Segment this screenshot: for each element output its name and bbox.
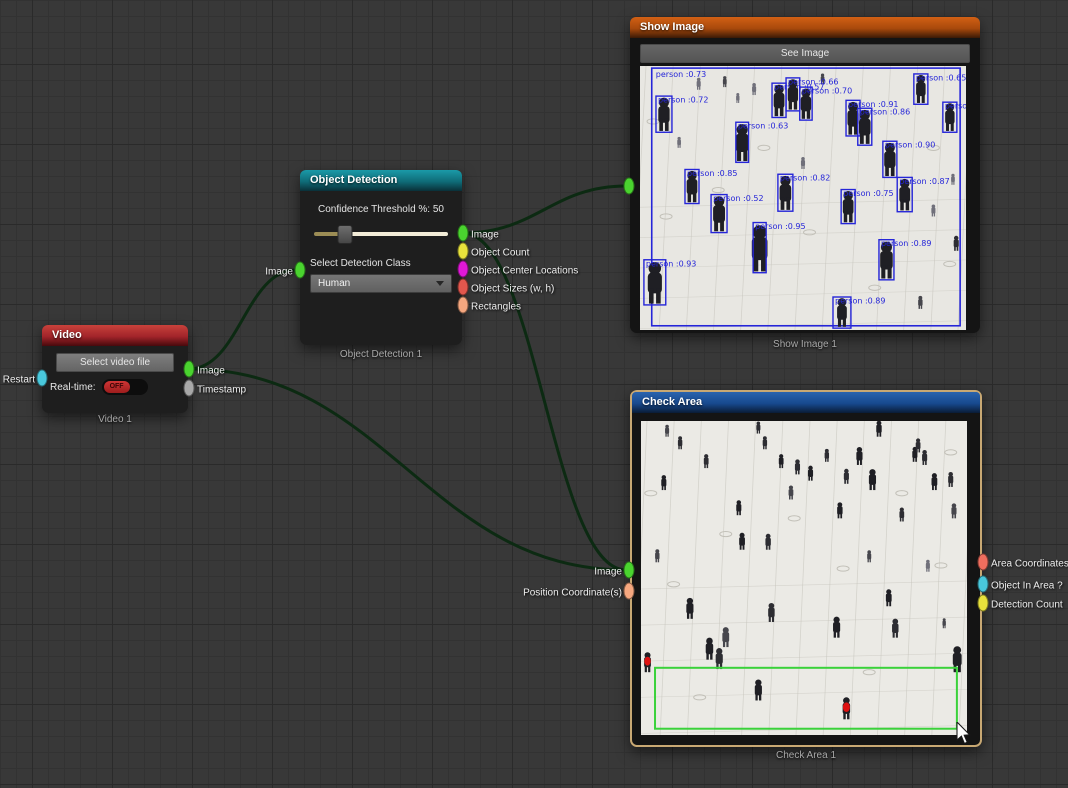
node-show-image-title: Show Image [640,21,704,33]
svg-text:person :0.86: person :0.86 [860,108,910,117]
svg-text:person :0.65: person :0.65 [916,73,966,82]
svg-text:person :0.89: person :0.89 [881,239,931,248]
port-label: Rectangles [471,302,521,313]
port-object-sizes-w-h[interactable] [458,279,469,296]
port-label: Object Count [471,248,529,259]
node-show-image[interactable]: Show Image See Image person :0.73person … [630,17,980,333]
node-object-detection-header[interactable]: Object Detection [300,170,462,191]
port-label: Object In Area ? [991,581,1063,592]
port-position-coordinate-s[interactable] [624,583,635,600]
node-show-image-header[interactable]: Show Image [630,17,980,38]
node-show-image-caption: Show Image 1 [630,339,980,350]
realtime-toggle-state: OFF [104,381,130,393]
port-label: Image [471,230,499,241]
port-restart[interactable] [37,370,48,387]
svg-text:person :0.52: person :0.52 [713,194,763,203]
port-label: Object Center Locations [471,266,578,277]
port-label: Image [265,267,293,278]
svg-text:person :0.93: person :0.93 [646,259,696,268]
wire[interactable] [189,369,626,570]
node-video[interactable]: Video Select video file Real-time: OFF [42,325,188,413]
detection-class-label: Select Detection Class [310,258,462,269]
port-image[interactable] [184,361,195,378]
svg-text:person :0.82: person :0.82 [780,174,830,183]
svg-text:person :0.87: person :0.87 [899,177,949,186]
svg-text:person :0.85: person :0.85 [687,169,737,178]
port-image[interactable] [458,225,469,242]
node-object-detection-title: Object Detection [310,174,397,186]
slider-handle[interactable] [337,225,352,244]
svg-text:person :0.90: person :0.90 [885,141,935,150]
svg-text:person :0.72: person :0.72 [658,96,708,105]
svg-text:person :0.66: person :0.66 [788,77,838,86]
wire[interactable] [463,186,626,233]
slider-track[interactable] [314,232,448,236]
check-area-preview[interactable] [641,421,967,735]
port-label: Image [594,567,622,578]
node-object-detection[interactable]: Object Detection Confidence Threshold %:… [300,170,462,345]
node-editor-canvas[interactable]: Video Select video file Real-time: OFF V… [0,0,1068,788]
node-check-area-header[interactable]: Check Area [632,392,980,413]
svg-text:person :0.89: person :0.89 [835,297,885,306]
port-label: Image [197,366,225,377]
select-video-file-button[interactable]: Select video file [56,353,174,372]
node-check-area-title: Check Area [642,396,702,408]
port-label: Area Coordinates [991,559,1068,570]
mouse-cursor [956,722,972,746]
port-object-in-area[interactable] [978,576,989,593]
wire[interactable] [189,270,296,369]
svg-text:person :0.88: person :0.88 [945,102,966,111]
port-timestamp[interactable] [184,380,195,397]
svg-text:person :0.70: person :0.70 [802,87,852,96]
port-object-count[interactable] [458,243,469,260]
svg-text:person :0.75: person :0.75 [843,189,893,198]
svg-text:person :0.73: person :0.73 [656,70,706,79]
see-image-button[interactable]: See Image [640,44,970,63]
svg-text:person :0.95: person :0.95 [755,222,805,231]
realtime-toggle[interactable]: OFF [102,379,148,395]
show-image-preview: person :0.73 person :0.72 person :0.63 pers… [640,66,966,330]
confidence-threshold-slider[interactable] [314,225,448,242]
node-video-header[interactable]: Video [42,325,188,346]
port-rectangles[interactable] [458,297,469,314]
node-check-area[interactable]: Check Area [630,390,982,747]
port-object-center-locations[interactable] [458,261,469,278]
chevron-down-icon [436,281,444,286]
port-label: Object Sizes (w, h) [471,284,554,295]
realtime-label: Real-time: [50,382,96,393]
detection-class-value: Human [318,278,350,289]
port-label: Detection Count [991,600,1063,611]
detection-class-select[interactable]: Human [310,274,452,293]
port-area-coordinates[interactable] [978,554,989,571]
port-image[interactable] [624,562,635,579]
node-video-caption: Video 1 [42,414,188,425]
node-video-title: Video [52,329,82,341]
port-image[interactable] [295,262,306,279]
node-check-area-caption: Check Area 1 [630,750,982,761]
port-label: Position Coordinate(s) [523,588,622,599]
svg-text:person :0.63: person :0.63 [738,122,788,131]
confidence-threshold-label: Confidence Threshold %: 50 [300,204,462,215]
port-image[interactable] [624,178,635,195]
node-object-detection-caption: Object Detection 1 [300,349,462,360]
port-label: Restart [3,375,35,386]
port-detection-count[interactable] [978,595,989,612]
port-label: Timestamp [197,385,246,396]
